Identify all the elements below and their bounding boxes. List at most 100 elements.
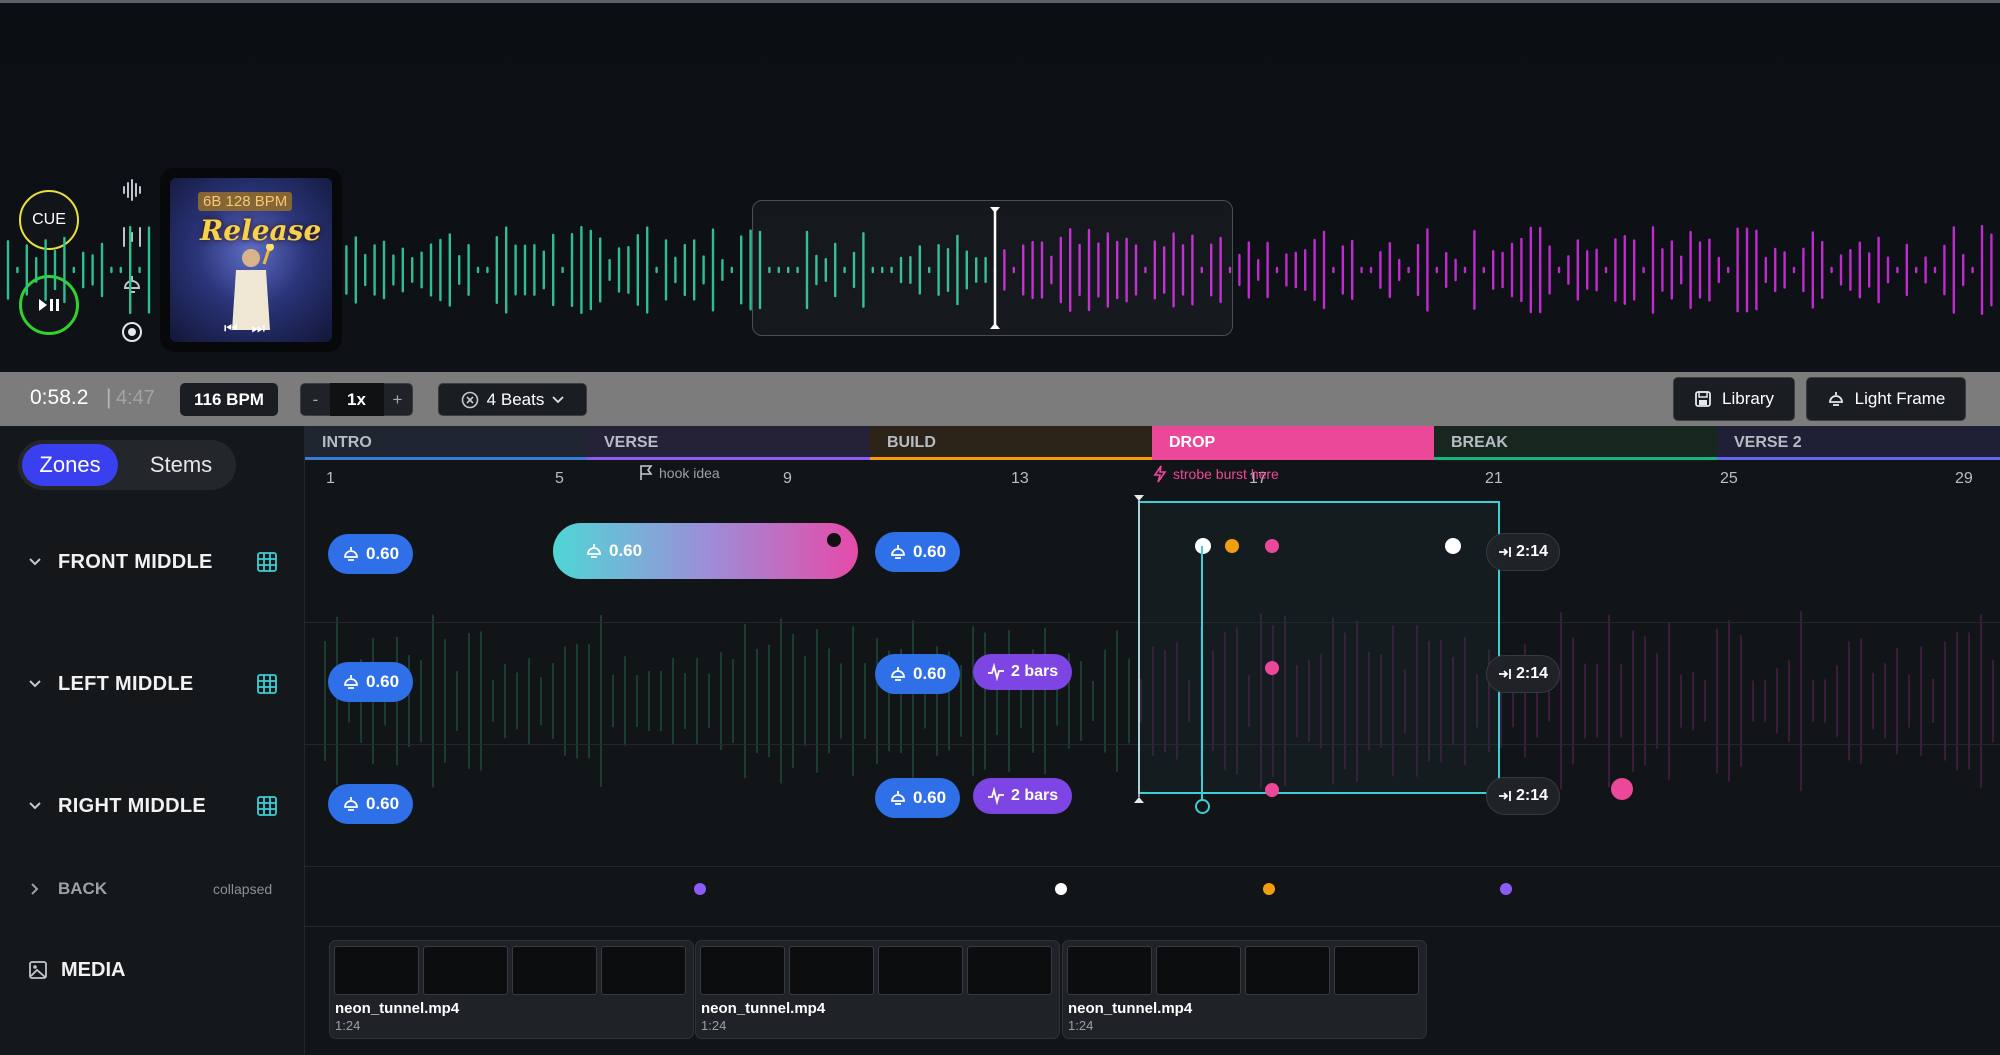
intensity-value: 0.60 (609, 541, 643, 560)
end-time-chip[interactable]: 2:14 (1486, 655, 1561, 693)
pulse-icon (988, 787, 1004, 805)
chevron-down-icon (552, 395, 564, 403)
zone-row-left-middle[interactable]: LEFT MIDDLE (0, 623, 305, 745)
pattern-length: 2 bars (1011, 663, 1059, 680)
bar-tick: 25 (1720, 470, 1738, 487)
media-clip[interactable]: neon_tunnel.mp4 1:24 (1062, 940, 1427, 1039)
library-label: Library (1722, 389, 1774, 408)
light-show-editor: CUE 6B 128 BPM Release ⏮ ⏭ 0:58.2 | 4:47… (0, 0, 2000, 1055)
light-icon (344, 797, 358, 811)
intensity-chip[interactable]: 0.60 (328, 784, 414, 824)
intensity-chip[interactable]: 0.60 (875, 532, 961, 572)
media-clip[interactable]: neon_tunnel.mp4 1:24 (695, 940, 1060, 1039)
clip-thumbnail (967, 946, 1052, 995)
timeline-playhead[interactable] (1133, 494, 1145, 804)
clip-thumbnail (601, 946, 686, 995)
deck-panel: CUE 6B 128 BPM Release ⏮ ⏭ (0, 0, 2000, 372)
bar-ruler[interactable]: 1 5 9 13 17 21 25 29 hook idea strobe bu… (305, 460, 2000, 496)
intensity-chip[interactable]: 0.60 (875, 654, 961, 694)
clip-thumbnail (1245, 946, 1330, 995)
intensity-ramp-clip[interactable]: 0.60 (553, 523, 858, 579)
section-verse[interactable]: VERSE (587, 426, 870, 460)
chevron-down-icon[interactable] (28, 679, 42, 689)
chevron-right-icon[interactable] (30, 882, 40, 896)
cue-dot[interactable] (1265, 661, 1279, 675)
clip-thumbnail (878, 946, 963, 995)
speed-control: - 1x + (300, 383, 413, 416)
cue-dot[interactable] (1265, 539, 1279, 553)
clip-thumbnail (1067, 946, 1152, 995)
ramp-end-handle[interactable] (827, 533, 841, 547)
section-drop[interactable]: DROP (1152, 426, 1434, 460)
clip-thumbnail (1334, 946, 1419, 995)
time-separator: | (106, 386, 112, 409)
back-cue-dot[interactable] (1055, 883, 1067, 895)
cue-dot[interactable] (1611, 778, 1633, 800)
clip-thumbnails (700, 946, 1052, 995)
end-time-value: 2:14 (1516, 665, 1549, 682)
tab-zones[interactable]: Zones (22, 444, 118, 486)
back-cue-dot[interactable] (1263, 883, 1275, 895)
bpm-display[interactable]: 116 BPM (180, 383, 278, 416)
intensity-value: 0.60 (366, 672, 400, 691)
cue-dot[interactable] (1225, 539, 1239, 553)
cue-dot[interactable] (1265, 783, 1279, 797)
back-cue-dot[interactable] (1500, 883, 1512, 895)
tab-stems[interactable]: Stems (136, 444, 226, 486)
media-clip[interactable]: neon_tunnel.mp4 1:24 (329, 940, 694, 1039)
beat-snap-dropdown[interactable]: 4 Beats (438, 383, 587, 416)
marker-hook-idea[interactable]: hook idea (639, 465, 720, 481)
speed-increase-button[interactable]: + (384, 390, 412, 410)
grid-icon[interactable] (256, 673, 278, 695)
zone-row-back[interactable]: BACK collapsed (0, 866, 305, 910)
clip-thumbnail (512, 946, 597, 995)
transport-toolbar: 0:58.2 | 4:47 116 BPM - 1x + 4 Beats Lib… (0, 372, 2000, 426)
end-time-chip[interactable]: 2:14 (1486, 777, 1561, 815)
light-icon (344, 675, 358, 689)
cue-dot[interactable] (1445, 538, 1461, 554)
song-sections: INTRO VERSE BUILD DROP BREAK VERSE 2 (305, 426, 2000, 460)
light-frame-button[interactable]: Light Frame (1806, 377, 1966, 421)
section-break[interactable]: BREAK (1434, 426, 1717, 460)
bar-tick: 1 (326, 470, 335, 487)
back-cue-dot[interactable] (694, 883, 706, 895)
clip-thumbnail (334, 946, 419, 995)
grid-icon[interactable] (256, 795, 278, 817)
pulse-icon (988, 663, 1004, 681)
close-circle-icon[interactable] (461, 391, 479, 409)
collapsed-status: collapsed (213, 881, 273, 897)
light-icon (891, 545, 905, 559)
end-time-chip[interactable]: 2:14 (1486, 533, 1561, 571)
bar-tick: 29 (1955, 470, 1973, 487)
chevron-down-icon[interactable] (28, 557, 42, 567)
chevron-down-icon[interactable] (28, 801, 42, 811)
light-icon (587, 544, 601, 558)
current-time: 0:58.2 (30, 386, 89, 409)
arrow-to-end-icon (1499, 791, 1511, 801)
clip-thumbnail (700, 946, 785, 995)
section-verse-2[interactable]: VERSE 2 (1717, 426, 2000, 460)
clip-duration: 1:24 (701, 1018, 727, 1033)
zone-row-front-middle[interactable]: FRONT MIDDLE (0, 501, 305, 623)
intensity-chip[interactable]: 0.60 (328, 534, 414, 574)
intensity-chip[interactable]: 0.60 (328, 662, 414, 702)
intensity-chip[interactable]: 0.60 (875, 778, 961, 818)
zone-row-right-middle[interactable]: RIGHT MIDDLE (0, 745, 305, 867)
library-button[interactable]: Library (1673, 377, 1795, 421)
marker-strobe-burst[interactable]: strobe burst here (1153, 465, 1279, 483)
grid-icon[interactable] (256, 551, 278, 573)
clip-name: neon_tunnel.mp4 (335, 1000, 460, 1017)
waveform-icon[interactable] (118, 176, 146, 204)
edit-cursor-handle[interactable] (1195, 799, 1210, 814)
end-time-value: 2:14 (1516, 543, 1549, 560)
end-time-value: 2:14 (1516, 787, 1549, 804)
section-build[interactable]: BUILD (870, 426, 1152, 460)
section-intro[interactable]: INTRO (305, 426, 587, 460)
pattern-chip[interactable]: 2 bars (973, 654, 1073, 690)
cue-dot[interactable] (1195, 538, 1211, 554)
intensity-value: 0.60 (366, 544, 400, 563)
edit-cursor-line[interactable] (1201, 546, 1203, 804)
deck-playhead[interactable] (988, 205, 1002, 331)
pattern-chip[interactable]: 2 bars (973, 778, 1073, 814)
speed-decrease-button[interactable]: - (302, 390, 330, 410)
